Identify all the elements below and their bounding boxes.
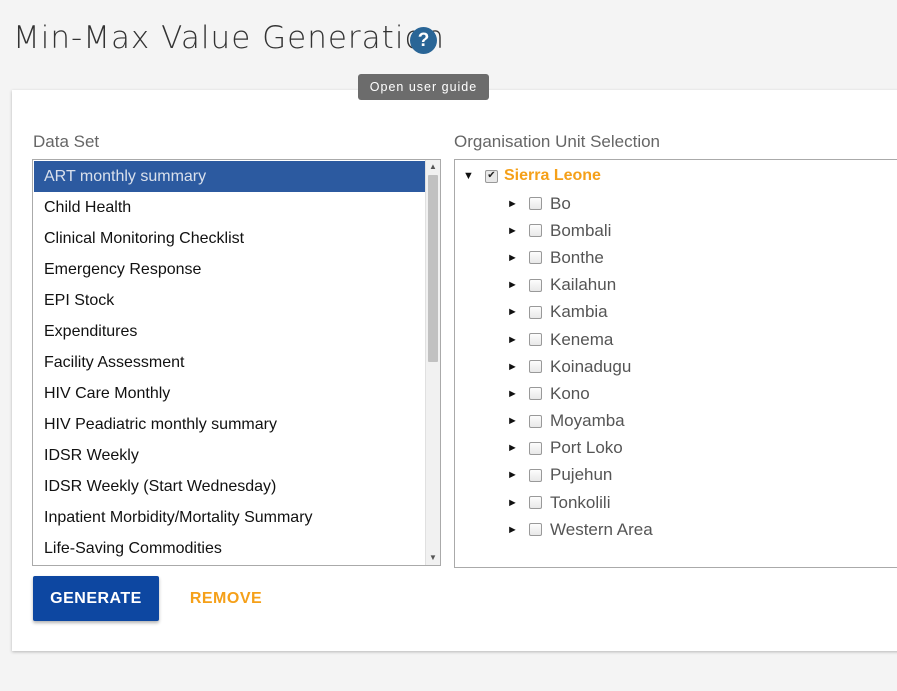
tree-node: ► Bonthe xyxy=(507,244,653,271)
tree-node-label[interactable]: Tonkolili xyxy=(550,493,610,513)
tree-node-checkbox[interactable] xyxy=(529,305,542,319)
expand-right-arrow-icon[interactable]: ► xyxy=(507,334,521,346)
tree-node: ► Kenema xyxy=(507,326,653,353)
dataset-option[interactable]: IDSR Weekly (Start Wednesday) xyxy=(34,471,425,502)
tree-children: ► Bo ► Bombali ► Bonthe ► Kailahun ► Kambia ► Kenem… xyxy=(507,190,653,543)
dataset-items: ART monthly summary Child Health Clinical … xyxy=(34,161,425,564)
dataset-option[interactable]: IDSR Weekly xyxy=(34,440,425,471)
page-title: Min-Max Value Generation xyxy=(13,20,446,56)
expand-right-arrow-icon[interactable]: ► xyxy=(507,415,521,427)
tree-node-label[interactable]: Pujehun xyxy=(550,465,612,485)
tree-node-checkbox[interactable] xyxy=(529,278,542,292)
tree-node: ► Moyamba xyxy=(507,408,653,435)
tree-root: ▼ ✔ Sierra Leone xyxy=(463,166,601,186)
org-unit-label: Organisation Unit Selection xyxy=(454,132,661,151)
tree-node-label[interactable]: Moyamba xyxy=(550,411,625,431)
tree-node: ► Kono xyxy=(507,380,653,407)
question-mark-icon[interactable]: ? xyxy=(410,27,437,54)
remove-button[interactable]: REMOVE xyxy=(178,576,274,621)
tree-node-label[interactable]: Kambia xyxy=(550,302,608,322)
tree-node: ► Bo xyxy=(507,190,653,217)
expand-right-arrow-icon[interactable]: ► xyxy=(507,524,521,536)
tree-node-checkbox[interactable] xyxy=(529,333,542,347)
scroll-thumb[interactable] xyxy=(428,175,438,362)
dataset-option[interactable]: Expenditures xyxy=(34,316,425,347)
tree-node-label[interactable]: Kenema xyxy=(550,330,613,350)
tree-node: ► Kambia xyxy=(507,299,653,326)
expand-down-arrow-icon[interactable]: ▼ xyxy=(463,170,477,182)
expand-right-arrow-icon[interactable]: ► xyxy=(507,252,521,264)
tree-node: ► Tonkolili xyxy=(507,489,653,516)
expand-right-arrow-icon[interactable]: ► xyxy=(507,442,521,454)
expand-right-arrow-icon[interactable]: ► xyxy=(507,306,521,318)
tree-node: ► Western Area xyxy=(507,516,653,543)
expand-right-arrow-icon[interactable]: ► xyxy=(507,361,521,373)
dataset-label: Data Set xyxy=(33,132,100,151)
expand-right-arrow-icon[interactable]: ► xyxy=(507,279,521,291)
generate-button[interactable]: GENERATE xyxy=(33,576,159,621)
tree-node: ► Koinadugu xyxy=(507,353,653,380)
root-checkbox[interactable]: ✔ xyxy=(485,169,498,183)
user-guide-tooltip: Open user guide xyxy=(358,74,489,100)
tree-node-checkbox[interactable] xyxy=(529,468,542,482)
tree-node-label[interactable]: Kono xyxy=(550,384,590,404)
main-card: Data Set Organisation Unit Selection ART… xyxy=(12,90,897,651)
expand-right-arrow-icon[interactable]: ► xyxy=(507,198,521,210)
tree-node-checkbox[interactable] xyxy=(529,523,542,537)
tree-node-checkbox[interactable] xyxy=(529,387,542,401)
tree-node-label[interactable]: Kailahun xyxy=(550,275,616,295)
expand-right-arrow-icon[interactable]: ► xyxy=(507,497,521,509)
tree-node-checkbox[interactable] xyxy=(529,414,542,428)
tree-node-label[interactable]: Western Area xyxy=(550,520,653,540)
dataset-option[interactable]: Clinical Monitoring Checklist xyxy=(34,223,425,254)
tree-node-label[interactable]: Bo xyxy=(550,194,571,214)
root-label[interactable]: Sierra Leone xyxy=(504,167,601,185)
tree-node-checkbox[interactable] xyxy=(529,441,542,455)
dataset-option[interactable]: Child Health xyxy=(34,192,425,223)
expand-right-arrow-icon[interactable]: ► xyxy=(507,225,521,237)
tree-node: ► Kailahun xyxy=(507,272,653,299)
tree-node-label[interactable]: Bonthe xyxy=(550,248,604,268)
dataset-option[interactable]: HIV Peadiatric monthly summary xyxy=(34,409,425,440)
dataset-option[interactable]: EPI Stock xyxy=(34,285,425,316)
dataset-option[interactable]: Emergency Response xyxy=(34,254,425,285)
tree-node-label[interactable]: Port Loko xyxy=(550,438,623,458)
tree-node-checkbox[interactable] xyxy=(529,360,542,374)
scroll-up-arrow-icon[interactable]: ▲ xyxy=(426,160,440,174)
tree-node: ► Pujehun xyxy=(507,462,653,489)
tree-node-label[interactable]: Bombali xyxy=(550,221,611,241)
tree-node-checkbox[interactable] xyxy=(529,197,542,211)
dataset-option[interactable]: ART monthly summary xyxy=(34,161,425,192)
dataset-scrollbar[interactable]: ▲ ▼ xyxy=(425,160,440,565)
dataset-option[interactable]: Life-Saving Commodities xyxy=(34,533,425,564)
tree-node-checkbox[interactable] xyxy=(529,224,542,238)
tree-node-checkbox[interactable] xyxy=(529,251,542,265)
dataset-option[interactable]: HIV Care Monthly xyxy=(34,378,425,409)
org-unit-tree: ▼ ✔ Sierra Leone ► Bo ► Bombali ► Bonthe ► Kail… xyxy=(454,159,897,568)
tree-node-checkbox[interactable] xyxy=(529,496,542,510)
tree-node: ► Bombali xyxy=(507,217,653,244)
expand-right-arrow-icon[interactable]: ► xyxy=(507,469,521,481)
tree-node-label[interactable]: Koinadugu xyxy=(550,357,631,377)
scroll-down-arrow-icon[interactable]: ▼ xyxy=(426,551,440,565)
dataset-option[interactable]: Facility Assessment xyxy=(34,347,425,378)
tree-node: ► Port Loko xyxy=(507,435,653,462)
dataset-option[interactable]: Inpatient Morbidity/Mortality Summary xyxy=(34,502,425,533)
dataset-select-list[interactable]: ART monthly summary Child Health Clinical … xyxy=(32,159,441,566)
expand-right-arrow-icon[interactable]: ► xyxy=(507,388,521,400)
